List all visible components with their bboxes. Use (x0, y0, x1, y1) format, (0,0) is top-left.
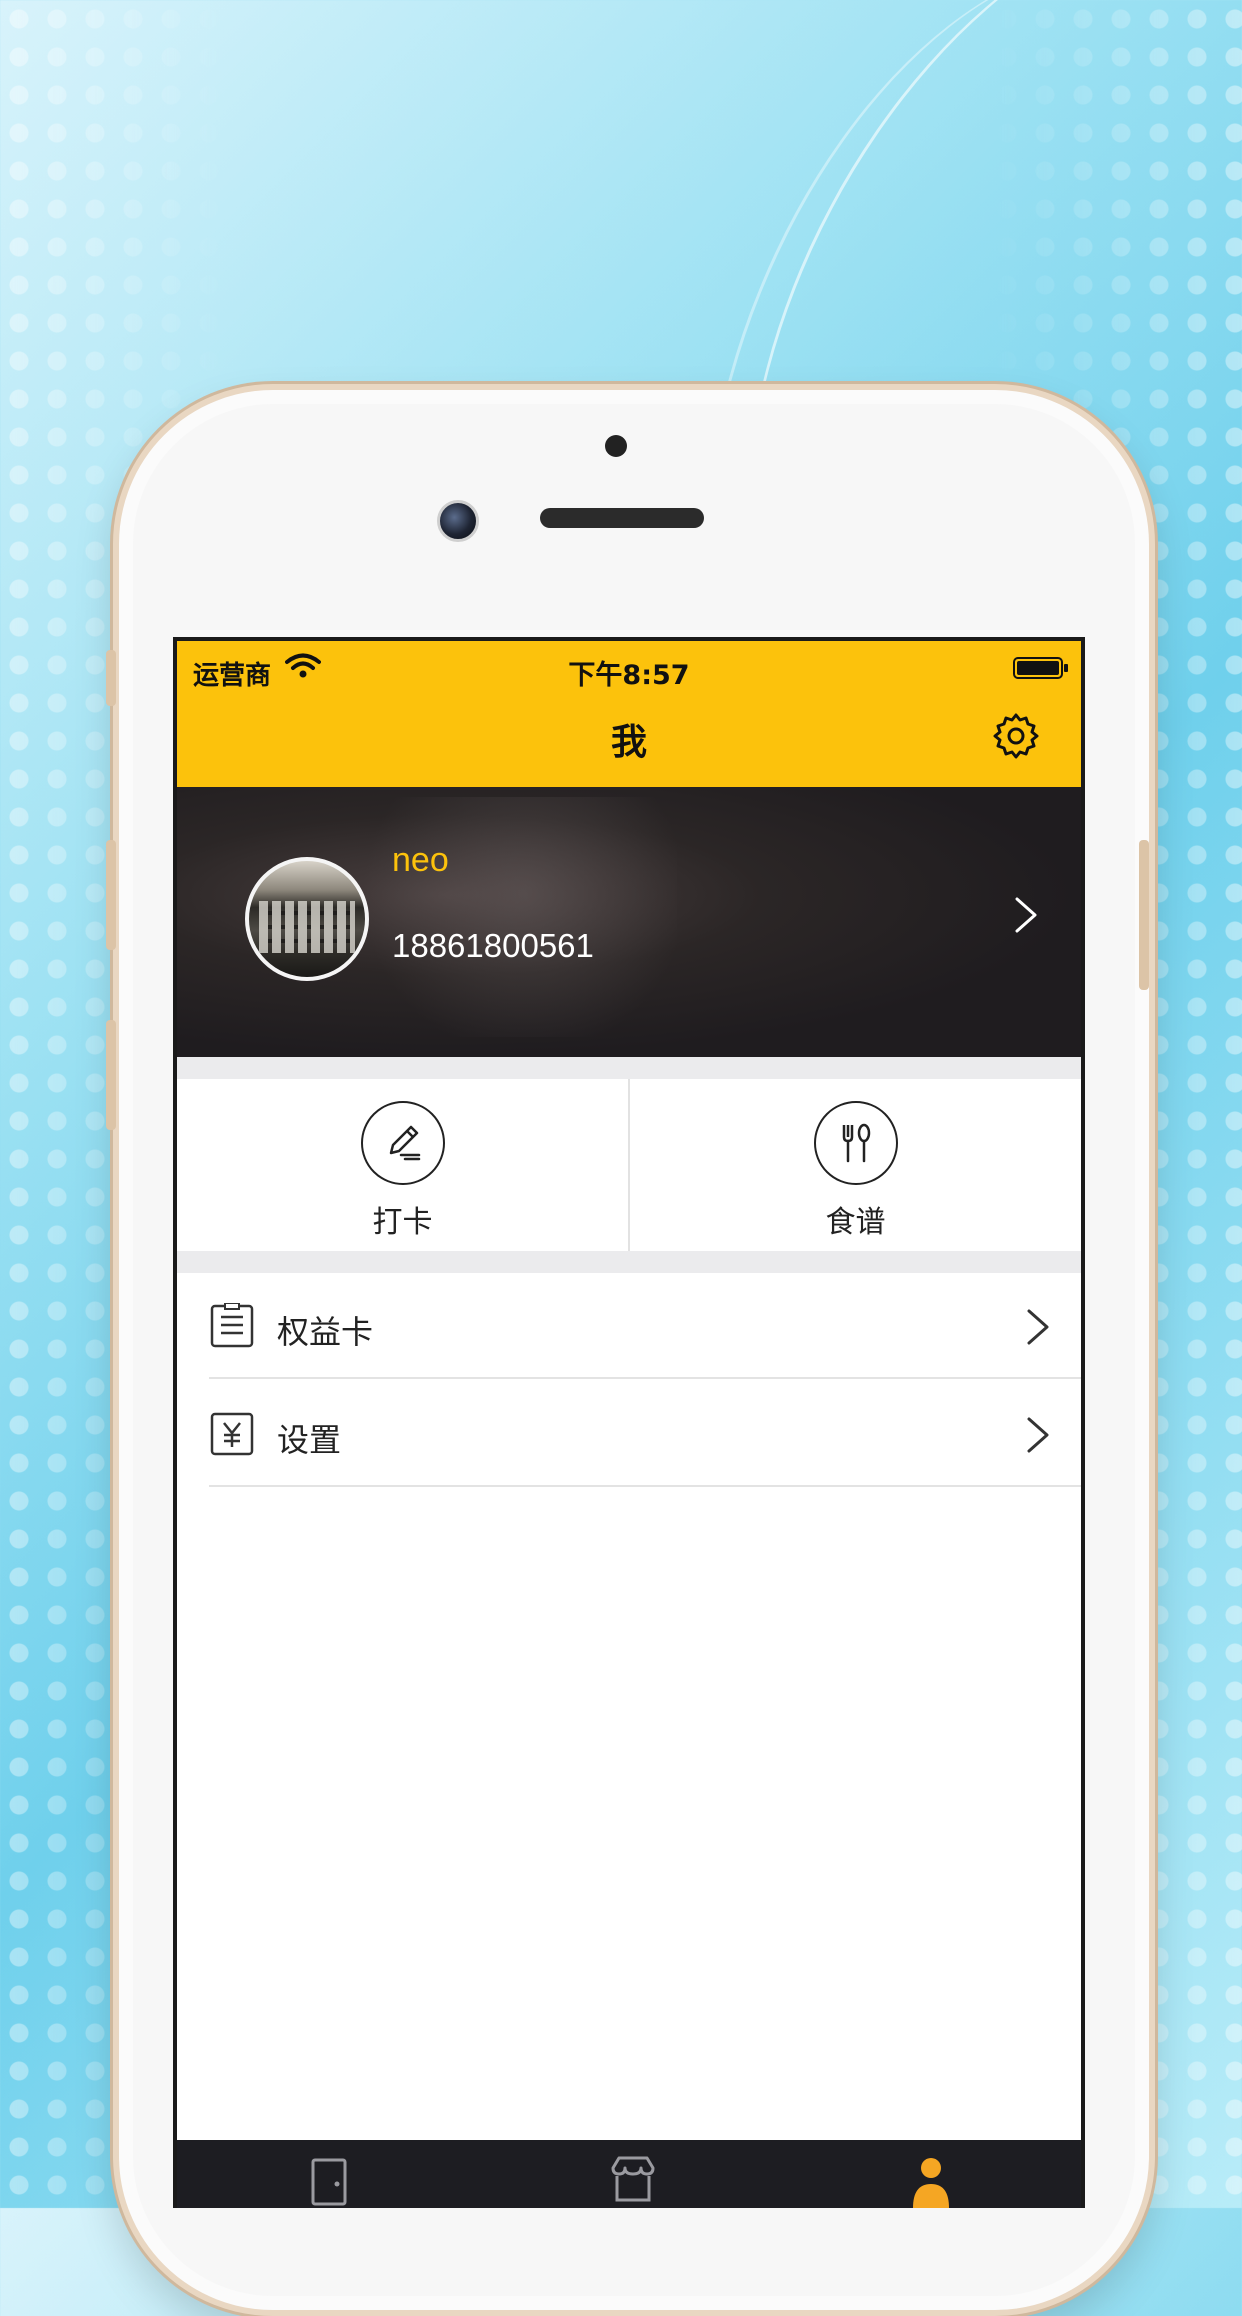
page-title: 我 (610, 722, 647, 763)
user-name: neo (392, 841, 449, 879)
yuan-card-icon (210, 1412, 254, 1456)
row-divider (209, 1377, 1081, 1379)
menu-item-benefit-card[interactable]: 权益卡 (177, 1273, 1081, 1379)
header: 运营商 下午8:57 我 (177, 641, 1081, 787)
pencil-icon (389, 1125, 420, 1161)
menu-item-label: 设置 (277, 1421, 342, 1459)
avatar-image (259, 901, 355, 953)
fork-spoon-icon (842, 1123, 870, 1163)
front-camera (437, 500, 479, 542)
phone-volume-up (106, 840, 116, 950)
gear-icon[interactable] (991, 711, 1041, 761)
front-sensor (605, 435, 627, 457)
recipe-button[interactable]: 食谱 (628, 1079, 1081, 1251)
avatar[interactable] (245, 857, 369, 981)
battery-icon (1013, 657, 1068, 679)
earpiece-speaker (540, 508, 704, 528)
quick-actions: 打卡 食谱 (177, 1079, 1081, 1251)
phone-mute-switch (106, 650, 116, 706)
row-divider (209, 1485, 1081, 1487)
chevron-right-icon (1027, 1417, 1049, 1453)
section-divider (177, 1251, 1081, 1273)
phone-power-button (1139, 840, 1149, 990)
chevron-right-icon (1027, 1309, 1049, 1345)
fork-spoon-circle-icon (813, 1101, 898, 1185)
menu-item-settings[interactable]: 设置 (177, 1381, 1081, 1487)
status-bar: 运营商 下午8:57 (177, 641, 1081, 693)
recipe-label: 食谱 (825, 1205, 886, 1240)
chevron-right-icon (1015, 897, 1037, 933)
pencil-circle-icon (360, 1101, 445, 1185)
checkin-button[interactable]: 打卡 (177, 1079, 628, 1251)
section-divider (177, 1057, 1081, 1079)
store-icon[interactable] (609, 2154, 657, 2208)
list-card-icon (210, 1303, 254, 1348)
door-icon[interactable] (305, 2154, 353, 2208)
app-screen: 运营商 下午8:57 我 neo 18861800561 打卡 食谱 权益卡 设… (173, 637, 1085, 2208)
tab-bar (177, 2140, 1081, 2208)
user-icon[interactable] (907, 2154, 955, 2208)
menu-item-label: 权益卡 (277, 1313, 374, 1351)
phone-volume-down (106, 1020, 116, 1130)
status-time: 下午8:57 (568, 660, 690, 691)
user-phone: 18861800561 (392, 927, 594, 964)
checkin-label: 打卡 (372, 1205, 433, 1240)
profile-card[interactable]: neo 18861800561 (177, 787, 1081, 1057)
